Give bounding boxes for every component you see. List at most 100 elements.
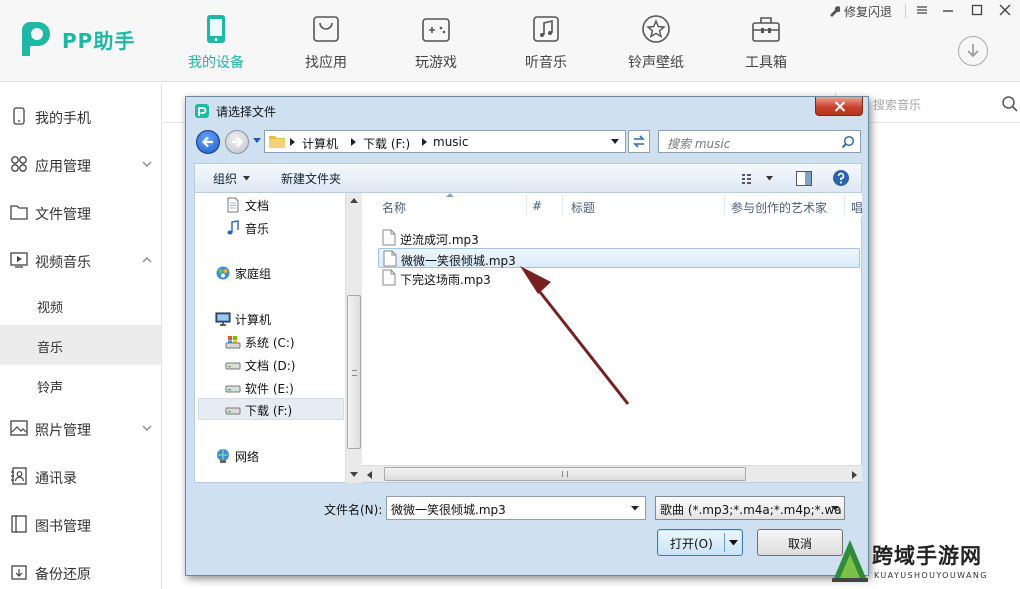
sidebar-item-backup-restore[interactable]: 备份还原 <box>0 552 161 589</box>
column-divider[interactable] <box>562 195 563 215</box>
repair-crash-button[interactable]: 修复闪退 <box>828 2 892 20</box>
download-manager-button[interactable] <box>958 36 988 66</box>
file-list-scroll-thumb[interactable] <box>384 467 746 481</box>
forward-button[interactable] <box>225 130 249 154</box>
sidebar-subitem-label: 视频 <box>37 301 64 316</box>
folder-search-input[interactable]: 搜索 music <box>658 130 861 153</box>
help-icon[interactable] <box>832 169 850 187</box>
column-contributing-artists[interactable]: 参与创作的艺术家 <box>731 199 827 216</box>
breadcrumb-drive-f[interactable]: 下载 (F:) <box>363 135 410 152</box>
nav-pane-scrollbar[interactable] <box>345 193 362 483</box>
file-open-dialog: 请选择文件 计算机 下载 (F:) music 搜索 music 组织 新建文件… <box>185 96 869 576</box>
address-dropdown-icon[interactable] <box>611 139 619 145</box>
column-divider[interactable] <box>844 195 845 215</box>
pp-logo-icon <box>22 22 50 56</box>
breadcrumb-separator-icon[interactable] <box>422 138 427 146</box>
nav-pane-label: 文档 <box>245 199 270 213</box>
sidebar-item-contacts[interactable]: 通讯录 <box>0 456 161 496</box>
filetype-select[interactable]: 歌曲 (*.mp3;*.m4a;*.m4p;*.wa <box>655 496 845 520</box>
scroll-right-icon[interactable] <box>852 471 858 479</box>
view-dropdown-icon[interactable] <box>766 176 773 181</box>
open-button[interactable]: 打开(O) <box>657 529 743 556</box>
nav-my-device[interactable]: 我的设备 <box>171 14 261 72</box>
sidebar-item-label: 视频音乐 <box>35 255 91 271</box>
back-arrow-icon <box>201 136 213 148</box>
refresh-icon <box>633 135 645 148</box>
sidebar-item-label: 备份还原 <box>35 567 91 583</box>
column-title[interactable]: 标题 <box>571 199 595 216</box>
nav-play-games[interactable]: 玩游戏 <box>391 14 481 72</box>
file-icon <box>382 269 396 286</box>
nav-pane-label: 计算机 <box>235 313 272 327</box>
nav-pane-label: 家庭组 <box>235 267 272 281</box>
nav-pane-drive-f[interactable]: 下载 (F:) <box>198 398 344 420</box>
organize-menu[interactable]: 组织 <box>213 170 237 187</box>
back-button[interactable] <box>196 130 220 154</box>
address-bar[interactable]: 计算机 下载 (F:) music <box>264 130 626 153</box>
scroll-up-icon[interactable] <box>350 197 358 203</box>
breadcrumb-separator-icon[interactable] <box>351 138 356 146</box>
search-icon[interactable] <box>1001 95 1019 113</box>
file-row[interactable]: 下完这场雨.mp3 <box>378 268 860 288</box>
filename-input[interactable]: 微微一笑很倾城.mp3 <box>386 496 646 520</box>
sidebar-item-app-management[interactable]: 应用管理 <box>0 144 161 184</box>
backup-icon <box>11 565 27 580</box>
sidebar-item-file-management[interactable]: 文件管理 <box>0 192 161 232</box>
dialog-close-button[interactable] <box>815 97 863 116</box>
nav-find-apps[interactable]: 找应用 <box>281 14 371 72</box>
maximize-icon[interactable] <box>968 2 986 18</box>
open-dropdown-icon[interactable] <box>729 540 738 546</box>
homegroup-icon <box>216 266 230 280</box>
search-icon[interactable] <box>841 135 855 149</box>
column-name[interactable]: 名称 <box>382 199 406 216</box>
nav-pane-scroll-thumb[interactable] <box>347 295 361 449</box>
breadcrumb-computer[interactable]: 计算机 <box>302 135 338 152</box>
dialog-title-bar[interactable]: 请选择文件 <box>186 97 868 123</box>
column-album[interactable]: 唱 <box>851 199 863 216</box>
sidebar-subitem-ringtone[interactable]: 铃声 <box>0 365 161 405</box>
sidebar-subitem-video[interactable]: 视频 <box>0 285 161 325</box>
nav-label: 工具箱 <box>745 55 787 71</box>
sidebar-item-book-management[interactable]: 图书管理 <box>0 504 161 544</box>
filetype-dropdown-icon[interactable] <box>831 506 839 511</box>
sidebar-item-video-music[interactable]: 视频音乐 <box>0 240 161 280</box>
column-divider[interactable] <box>724 195 725 215</box>
file-list-scrollbar[interactable] <box>362 465 862 482</box>
app-logo[interactable]: PP助手 <box>18 20 135 58</box>
history-dropdown-icon[interactable] <box>253 138 261 144</box>
filename-dropdown-icon[interactable] <box>631 506 639 511</box>
column-divider[interactable] <box>526 195 527 215</box>
drive-icon <box>225 362 241 370</box>
media-icon <box>10 252 28 268</box>
nav-toolbox[interactable]: 工具箱 <box>721 14 811 72</box>
download-icon <box>967 44 979 58</box>
sidebar-item-my-phone[interactable]: 我的手机 <box>0 96 161 136</box>
preview-pane-icon[interactable] <box>796 171 812 186</box>
file-row-selected[interactable]: 微微一笑很倾城.mp3 <box>378 248 860 268</box>
new-folder-button[interactable]: 新建文件夹 <box>281 170 341 187</box>
sidebar-subitem-music[interactable]: 音乐 <box>0 325 161 365</box>
file-name: 微微一笑很倾城.mp3 <box>401 254 516 268</box>
computer-icon <box>215 312 231 326</box>
drive-icon <box>225 407 241 415</box>
column-track-number[interactable]: # <box>532 199 542 213</box>
file-name: 逆流成河.mp3 <box>400 233 479 247</box>
scroll-down-icon[interactable] <box>350 472 358 478</box>
breadcrumb-music[interactable]: music <box>433 135 468 149</box>
menu-icon[interactable] <box>913 2 931 18</box>
close-window-icon[interactable] <box>996 2 1014 18</box>
dialog-toolbar: 组织 新建文件夹 <box>194 163 862 193</box>
toolbox-icon <box>752 17 780 42</box>
open-button-split <box>724 533 725 552</box>
file-row[interactable]: 逆流成河.mp3 <box>378 228 860 248</box>
organize-dropdown-icon[interactable] <box>243 176 250 181</box>
nav-music[interactable]: 听音乐 <box>501 14 591 72</box>
view-list-icon[interactable] <box>741 172 759 186</box>
minimize-icon[interactable] <box>939 2 957 18</box>
scroll-left-icon[interactable] <box>366 471 372 479</box>
refresh-button[interactable] <box>628 130 650 153</box>
sidebar-item-photo-management[interactable]: 照片管理 <box>0 408 161 448</box>
breadcrumb-separator-icon[interactable] <box>290 138 295 146</box>
nav-ringtones-wallpapers[interactable]: 铃声壁纸 <box>611 14 701 72</box>
chevron-down-icon <box>142 161 152 167</box>
